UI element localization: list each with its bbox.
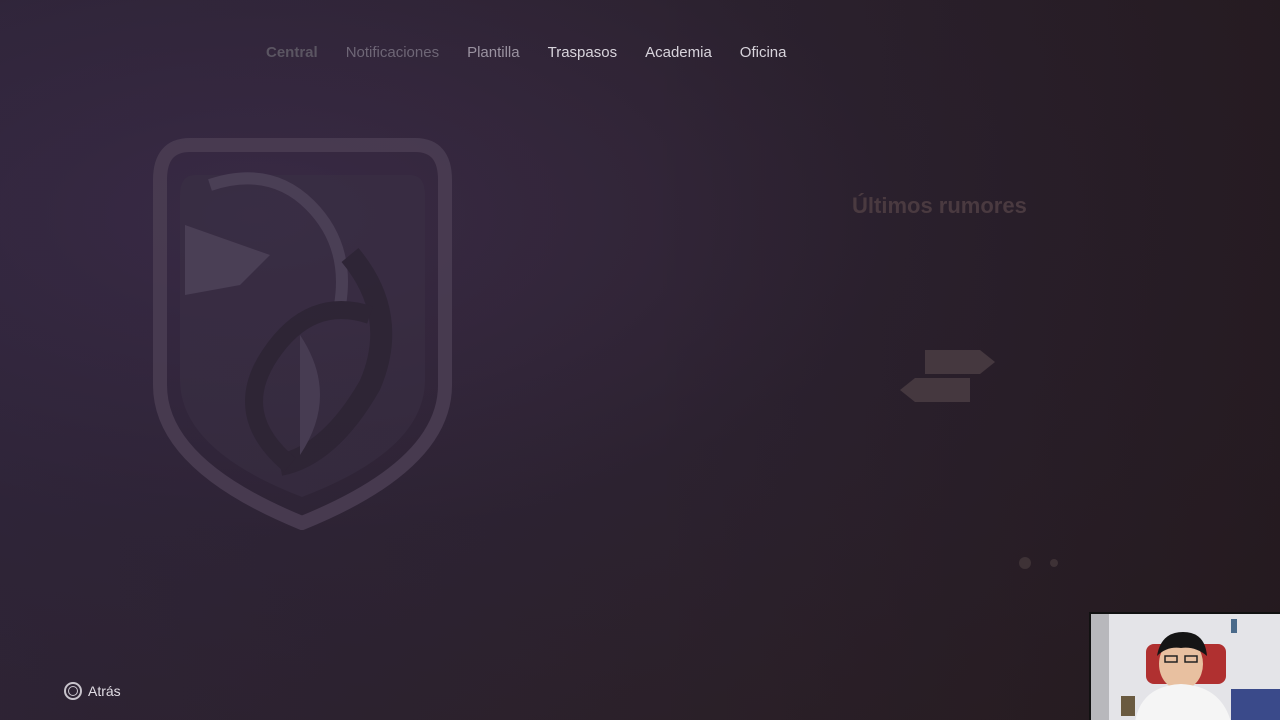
club-crest-icon <box>153 138 452 530</box>
webcam-feed-icon <box>1091 614 1280 720</box>
tab-academia[interactable]: Academia <box>631 42 726 63</box>
tab-traspasos[interactable]: Traspasos <box>534 42 631 63</box>
tab-oficina[interactable]: Oficina <box>726 42 801 63</box>
tab-plantilla[interactable]: Plantilla <box>453 42 534 63</box>
circle-button-icon <box>64 682 82 700</box>
transfer-arrows-icon <box>900 350 995 402</box>
webcam-overlay <box>1089 612 1280 720</box>
dots-icon <box>1019 557 1058 569</box>
back-hint[interactable]: Atrás <box>64 682 121 700</box>
ghost-section-title: Últimos rumores <box>852 193 1027 218</box>
back-label: Atrás <box>88 683 121 699</box>
tab-central[interactable]: Central <box>252 42 332 63</box>
top-navigation: Central Notificaciones Plantilla Traspas… <box>252 42 800 63</box>
tab-notificaciones[interactable]: Notificaciones <box>332 42 453 63</box>
